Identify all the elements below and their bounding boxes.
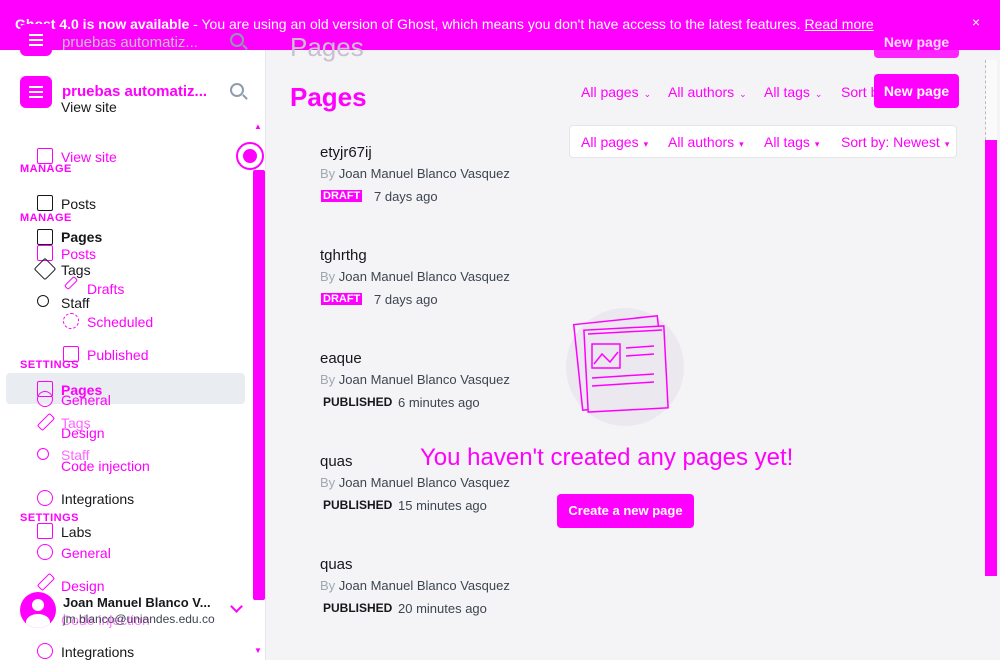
manage-section-ghost: MANAGE xyxy=(20,163,72,175)
sidebar-item-staff-ghost: Staff xyxy=(61,295,90,311)
brand-name[interactable]: pruebas automatiz... xyxy=(62,83,207,100)
ghost-view-site: View site xyxy=(61,99,117,115)
status-badge: DRAFT xyxy=(321,190,363,202)
chevron-down-icon[interactable] xyxy=(230,600,243,613)
sidebar-item-published[interactable]: Published xyxy=(87,347,149,363)
ghost-page-title: Pages xyxy=(290,32,364,62)
brush-icon xyxy=(36,412,56,432)
new-page-button[interactable]: New page xyxy=(874,74,959,108)
filter-all-authors-ghost: All authors ⌄ xyxy=(668,84,747,100)
avatar[interactable] xyxy=(20,592,56,628)
search-icon[interactable] xyxy=(230,83,244,97)
filter-all-tags[interactable]: All tags ▾ xyxy=(764,134,819,150)
page-item-author: By Joan Manuel Blanco Vasquez xyxy=(320,578,510,593)
settings-section-ghost: SETTINGS xyxy=(20,359,80,371)
home-icon xyxy=(37,148,53,164)
page-item-time: 6 minutes ago xyxy=(398,395,480,410)
sidebar-item-labs[interactable]: Labs xyxy=(61,524,91,540)
empty-pages-illustration xyxy=(566,308,684,426)
banner-text: - You are using an old version of Ghost,… xyxy=(189,16,805,32)
status-badge: DRAFT xyxy=(321,293,363,305)
integrations-icon xyxy=(37,643,53,659)
sidebar-item-posts[interactable]: Posts xyxy=(61,246,96,262)
banner-close-icon[interactable]: × xyxy=(972,14,980,30)
page-item-title[interactable]: quas xyxy=(320,556,353,573)
sidebar-item-tags-ghost: Tags xyxy=(61,262,91,278)
empty-state-message: You haven't created any pages yet! xyxy=(420,444,794,471)
sidebar-item-general[interactable]: General xyxy=(61,545,111,561)
sidebar-item-drafts[interactable]: Drafts xyxy=(87,281,124,297)
page-item-title[interactable]: etyjr67ij xyxy=(320,144,372,161)
gear-icon xyxy=(37,544,53,560)
page-item-title[interactable]: tghrthg xyxy=(320,247,367,264)
scroll-up-icon[interactable]: ▲ xyxy=(254,122,262,131)
manage-section-label: MANAGE xyxy=(20,212,72,224)
ghost-search-icon xyxy=(230,33,244,47)
sidebar-item-integrations[interactable]: Integrations xyxy=(61,644,134,660)
create-new-page-button[interactable]: Create a new page xyxy=(557,494,694,528)
page-item-title[interactable]: quas xyxy=(320,453,353,470)
page-item-author: By Joan Manuel Blanco Vasquez xyxy=(320,166,510,181)
brand-icon[interactable] xyxy=(20,76,52,108)
loading-spinner-icon xyxy=(236,142,264,170)
staff-icon xyxy=(37,295,49,307)
page-item-time: 7 days ago xyxy=(374,189,438,204)
clock-icon xyxy=(63,313,79,329)
main-scrollbar-track xyxy=(985,60,997,140)
sidebar-item-integrations-ghost: Integrations xyxy=(61,491,135,507)
filter-sort[interactable]: Sort by: Newest ▾ xyxy=(841,134,949,150)
page-item-author: By Joan Manuel Blanco Vasquez xyxy=(320,475,510,490)
filter-sort-ghost: Sort b xyxy=(841,84,879,100)
ghost-brand-name: pruebas automatiz... xyxy=(62,34,198,51)
user-email: jm.blanco@uniandes.edu.co xyxy=(63,612,215,626)
page-item-title[interactable]: eaque xyxy=(320,350,362,367)
sidebar-item-posts-ghost: Posts xyxy=(61,196,97,212)
page-item-time: 15 minutes ago xyxy=(398,498,487,513)
status-badge: PUBLISHED xyxy=(323,498,393,512)
sidebar-item-general-ghost: General xyxy=(61,392,111,408)
sidebar-item-code-injection-ghost: Code injection xyxy=(61,458,150,474)
filter-all-pages[interactable]: All pages ▾ xyxy=(581,134,648,150)
sidebar-scrollbar[interactable] xyxy=(253,170,265,600)
sidebar: pruebas automatiz... View site ▲ ▼ View … xyxy=(0,50,266,660)
pencil-icon xyxy=(63,275,79,291)
filter-all-authors[interactable]: All authors ▾ xyxy=(668,134,744,150)
page-item-author: By Joan Manuel Blanco Vasquez xyxy=(320,269,510,284)
page-item-author: By Joan Manuel Blanco Vasquez xyxy=(320,372,510,387)
gear-icon xyxy=(37,391,53,407)
filter-all-tags-ghost: All tags ⌄ xyxy=(764,84,823,100)
tag-icon xyxy=(33,257,57,281)
pages-icon xyxy=(37,229,53,245)
ghost-brand-icon xyxy=(20,24,52,56)
posts-icon xyxy=(37,195,53,211)
sidebar-item-design[interactable]: Design xyxy=(61,578,105,594)
status-badge: PUBLISHED xyxy=(323,395,393,409)
brush-icon xyxy=(36,572,56,592)
scroll-down-icon[interactable]: ▼ xyxy=(254,646,262,655)
sidebar-item-design-ghost: Design xyxy=(61,425,105,441)
integrations-icon xyxy=(37,490,53,506)
labs-icon xyxy=(37,523,53,539)
sidebar-item-scheduled[interactable]: Scheduled xyxy=(87,314,153,330)
banner-read-more-link[interactable]: Read more xyxy=(804,16,873,32)
filter-all-pages-ghost: All pages ⌄ xyxy=(581,84,652,100)
sidebar-item-pages-ghost: Pages xyxy=(61,229,103,245)
staff-icon xyxy=(37,448,49,460)
ghost-new-page-button: New page xyxy=(874,26,959,58)
main-scrollbar[interactable] xyxy=(985,140,997,576)
user-name[interactable]: Joan Manuel Blanco V... xyxy=(63,595,211,610)
status-badge: PUBLISHED xyxy=(323,601,393,615)
page-item-time: 7 days ago xyxy=(374,292,438,307)
page-title: Pages xyxy=(290,82,367,112)
page-item-time: 20 minutes ago xyxy=(398,601,487,616)
